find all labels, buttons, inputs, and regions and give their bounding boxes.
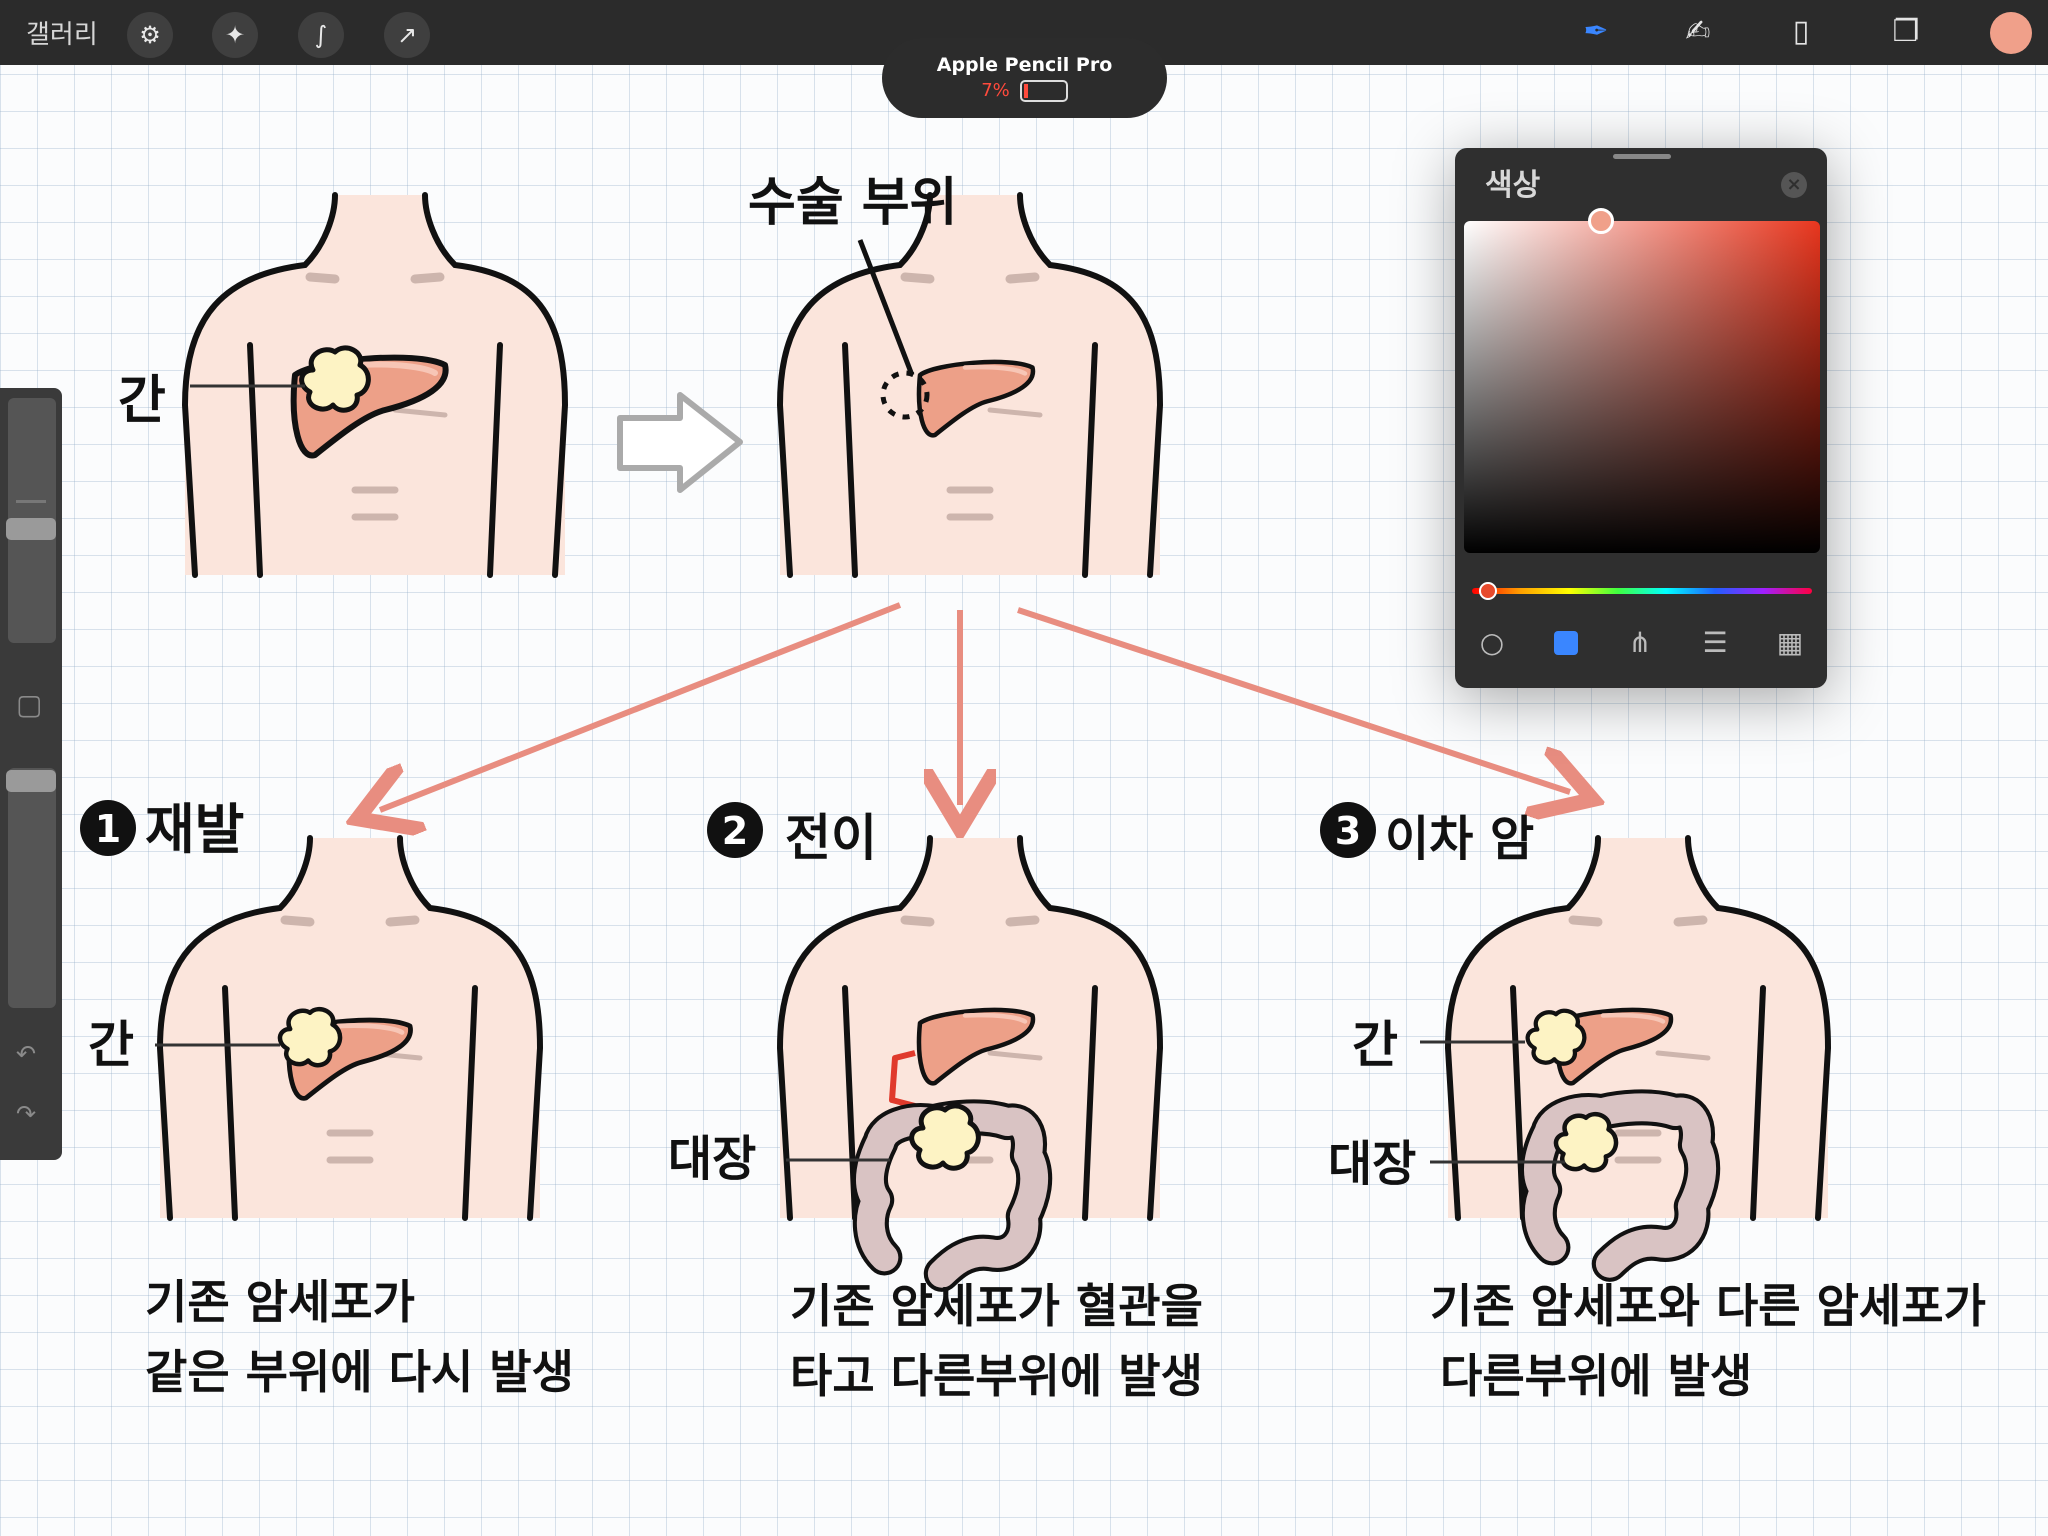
pencil-status-popup: Apple Pencil Pro 7%	[882, 38, 1167, 118]
svg-text:2: 2	[722, 809, 748, 853]
classic-square-icon[interactable]	[1546, 623, 1586, 663]
case1-desc-2: 같은 부위에 다시 발생	[145, 1345, 574, 1399]
torso-secondary	[1448, 838, 1828, 1264]
label-surgery: 수술 부위	[748, 173, 957, 233]
brush-icon[interactable]: ✒	[1572, 8, 1620, 56]
torso-metastasis	[780, 838, 1160, 1274]
gallery-button[interactable]: 갤러리	[26, 14, 98, 51]
magic-wand-icon[interactable]: ✦	[212, 12, 258, 58]
left-sidebar: ▢ ↶ ↷	[0, 388, 62, 1160]
disc-icon[interactable]: ○	[1472, 623, 1512, 663]
case3-title: 이차 암	[1385, 811, 1534, 867]
case2-desc-1: 기존 암세포가 혈관을	[790, 1279, 1203, 1333]
case3-desc-1: 기존 암세포와 다른 암세포가	[1430, 1279, 1986, 1333]
torso-surgery	[780, 195, 1160, 575]
undo-icon[interactable]: ↶	[16, 1040, 36, 1068]
selection-icon[interactable]: ∫	[298, 12, 344, 58]
color-picker-knob[interactable]	[1588, 208, 1614, 234]
arrow-to-recurrence	[380, 602, 902, 810]
smudge-icon[interactable]: ✍	[1674, 8, 1722, 56]
svg-text:3: 3	[1335, 809, 1361, 853]
wrench-icon[interactable]: ⚙	[127, 12, 173, 58]
label-colon-1: 대장	[668, 1131, 756, 1187]
label-liver-3: 간	[1352, 1016, 1398, 1074]
color-panel-title: 색상	[1485, 168, 1541, 203]
pencil-battery-percent: 7%	[981, 80, 1010, 101]
process-arrow-icon	[617, 392, 743, 493]
modify-square-icon[interactable]: ▢	[16, 688, 42, 721]
hue-slider-knob[interactable]	[1479, 582, 1497, 600]
label-liver-1: 간	[118, 371, 166, 431]
label-colon-2: 대장	[1328, 1136, 1416, 1192]
layers-icon[interactable]: ❐	[1882, 8, 1930, 56]
redo-icon[interactable]: ↷	[16, 1100, 36, 1128]
case2-desc-2: 타고 다른부위에 발생	[790, 1349, 1203, 1403]
case1-desc-1: 기존 암세포가	[145, 1275, 415, 1329]
eraser-icon[interactable]: ▯	[1777, 8, 1825, 56]
pencil-device-name: Apple Pencil Pro	[936, 54, 1113, 76]
battery-icon	[1019, 80, 1068, 102]
opacity-slider[interactable]	[8, 768, 56, 1008]
case1-title: 재발	[145, 798, 244, 861]
close-icon[interactable]: ×	[1781, 172, 1807, 198]
svg-text:1: 1	[95, 807, 121, 851]
palette-grid-icon[interactable]: ▦	[1770, 623, 1810, 663]
hue-slider[interactable]	[1472, 588, 1812, 594]
color-panel: 색상 × ○ ⋔ ☰ ▦	[1455, 148, 1827, 688]
harmony-icon[interactable]: ⋔	[1620, 623, 1660, 663]
color-square-picker[interactable]	[1464, 221, 1820, 553]
torso-recurrence	[160, 838, 540, 1218]
move-arrow-icon[interactable]: ↗	[384, 12, 430, 58]
value-sliders-icon[interactable]: ☰	[1695, 623, 1735, 663]
brush-size-handle[interactable]	[6, 518, 56, 540]
opacity-handle[interactable]	[6, 770, 56, 792]
label-liver-2: 간	[88, 1016, 134, 1074]
case2-title: 전이	[785, 809, 877, 867]
color-swatch-button[interactable]	[1990, 12, 2032, 54]
panel-grabber[interactable]	[1613, 154, 1671, 159]
case3-desc-2: 다른부위에 발생	[1440, 1349, 1752, 1403]
